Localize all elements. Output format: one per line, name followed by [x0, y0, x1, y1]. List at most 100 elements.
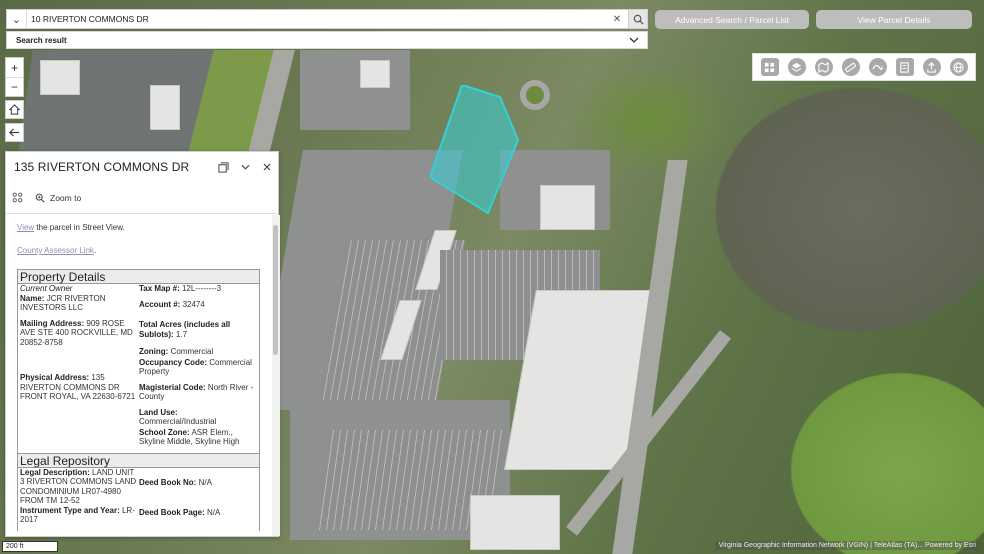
close-icon: ✕	[612, 13, 622, 25]
building	[150, 85, 180, 130]
search-source-dropdown[interactable]: ⌄	[7, 10, 27, 28]
field-value: Commercial/Industrial	[139, 417, 217, 426]
deed-book-no-field: Deed Book No: N/A	[139, 478, 259, 488]
popup-header: 135 RIVERTON COMMONS DR	[6, 152, 278, 182]
collapse-button[interactable]	[234, 156, 256, 178]
dock-button[interactable]	[212, 156, 234, 178]
print-icon	[900, 61, 909, 73]
home-icon	[9, 104, 20, 115]
street-view-text: the parcel in Street View.	[34, 223, 125, 232]
map-tools-button[interactable]	[814, 58, 833, 76]
share-button[interactable]	[922, 58, 941, 76]
view-parcel-details-button[interactable]: View Parcel Details	[816, 10, 972, 29]
field-label: Deed Book No:	[139, 477, 197, 487]
property-details-table: Current Owner Name: JCR RIVERTON INVESTO…	[17, 284, 260, 453]
search-bar: ⌄ 10 RIVERTON COMMONS DR ✕	[6, 9, 648, 29]
field-value: N/A	[207, 508, 221, 517]
total-acres-field: Total Acres (includes all Sublots): 1.7	[139, 320, 259, 339]
scale-bar: 200 ft	[2, 541, 58, 552]
county-assessor-link[interactable]: County Assessor Link	[17, 246, 94, 255]
assessor-link-tail: .	[93, 246, 97, 255]
close-popup-button[interactable]	[256, 156, 278, 178]
deed-book-page-field: Deed Book Page: N/A	[139, 508, 259, 518]
building	[540, 185, 595, 230]
feature-menu-icon[interactable]	[12, 192, 23, 203]
property-left-column: Current Owner Name: JCR RIVERTON INVESTO…	[18, 284, 139, 453]
legal-right-column: Deed Book No: N/A Deed Book Page: N/A	[139, 468, 259, 531]
advanced-search-button[interactable]: Advanced Search / Parcel List	[655, 10, 809, 29]
layers-icon	[791, 62, 802, 72]
search-input[interactable]: 10 RIVERTON COMMONS DR	[27, 14, 606, 24]
legal-repository-heading: Legal Repository	[17, 452, 260, 468]
zoning-field: Zoning: Commercial	[139, 347, 259, 357]
field-label: Instrument Type and Year:	[20, 505, 120, 515]
property-right-column: Tax Map #: 12L--------3 Account #: 32474…	[139, 284, 259, 453]
building	[360, 60, 390, 88]
street-view-link[interactable]: View	[17, 223, 34, 232]
sketch-button[interactable]	[868, 58, 887, 76]
chevron-down-icon	[629, 37, 639, 43]
selected-parcel[interactable]	[428, 83, 520, 215]
school-zone-field: School Zone: ASR Elem., Skyline Middle, …	[139, 428, 259, 447]
legal-description-field: Legal Description: LAND UNIT 3 RIVERTON …	[20, 468, 139, 506]
layers-button[interactable]	[787, 58, 806, 76]
print-button[interactable]	[895, 58, 914, 76]
field-label: Account #:	[139, 299, 181, 309]
measure-icon	[845, 61, 856, 73]
home-button[interactable]	[5, 100, 24, 119]
arrow-left-icon	[9, 128, 20, 137]
field-label: School Zone:	[139, 427, 190, 437]
occupancy-field: Occupancy Code: Commercial Property	[139, 358, 259, 377]
search-button[interactable]	[628, 10, 647, 28]
zoom-controls: + −	[5, 57, 24, 97]
field-label: Occupancy Code:	[139, 357, 208, 367]
popup-scrollbar[interactable]	[272, 215, 280, 536]
field-label: Deed Book Page:	[139, 508, 205, 517]
legal-repository-table: Legal Description: LAND UNIT 3 RIVERTON …	[17, 467, 260, 531]
field-label: Mailing Address:	[20, 318, 85, 328]
measure-button[interactable]	[841, 58, 860, 76]
field-value: N/A	[198, 477, 212, 487]
search-result-bar[interactable]: Search result	[6, 31, 648, 49]
share-icon	[927, 61, 936, 73]
zoom-to-label: Zoom to	[50, 192, 82, 203]
parcel-popup: 135 RIVERTON COMMONS DR Zoom to View the…	[5, 151, 280, 537]
field-value: 12L--------3	[181, 284, 222, 293]
popup-actions: Zoom to	[6, 182, 278, 214]
land-use-field: Land Use: Commercial/Industrial	[139, 408, 259, 427]
building	[470, 495, 560, 550]
physical-address-field: Physical Address: 135 RIVERTON COMMONS D…	[20, 373, 139, 402]
zoom-out-button[interactable]: −	[6, 77, 23, 96]
account-field: Account #: 32474	[139, 300, 259, 310]
basemap-gallery-button[interactable]	[760, 58, 779, 76]
field-value: Commercial	[170, 347, 214, 356]
current-owner-label: Current Owner	[20, 284, 73, 293]
field-value: 1.7	[175, 329, 188, 339]
tax-map-field: Tax Map #: 12L--------3	[139, 284, 259, 294]
mailing-address-field: Mailing Address: 909 ROSE AVE STE 400 RO…	[20, 319, 139, 348]
map-toolbar	[752, 53, 976, 81]
building	[40, 60, 80, 95]
close-icon	[263, 163, 271, 171]
zoom-to-button[interactable]: Zoom to	[35, 193, 81, 203]
chevron-down-icon: ⌄	[11, 13, 22, 26]
field-label: Land Use:	[139, 407, 178, 417]
field-label: Name:	[20, 293, 45, 303]
map-attribution: Virginia Geographic Information Network …	[714, 541, 980, 550]
dock-icon	[217, 161, 229, 173]
map-tools-icon	[818, 61, 829, 73]
zoom-in-button[interactable]: +	[6, 58, 23, 77]
parking-lot	[300, 50, 410, 130]
globe-button[interactable]	[949, 58, 968, 76]
field-label: Physical Address:	[20, 373, 90, 382]
chevron-down-icon	[240, 164, 250, 170]
field-label: Legal Description:	[20, 467, 90, 477]
clear-search-button[interactable]: ✕	[606, 14, 628, 25]
property-details-heading: Property Details	[17, 269, 260, 284]
sketch-icon	[872, 64, 883, 70]
back-button[interactable]	[5, 123, 24, 142]
assessor-line: County Assessor Link.	[17, 246, 272, 255]
field-label: Zoning:	[139, 347, 169, 356]
scrollbar-thumb[interactable]	[273, 225, 278, 355]
search-icon	[633, 14, 644, 25]
